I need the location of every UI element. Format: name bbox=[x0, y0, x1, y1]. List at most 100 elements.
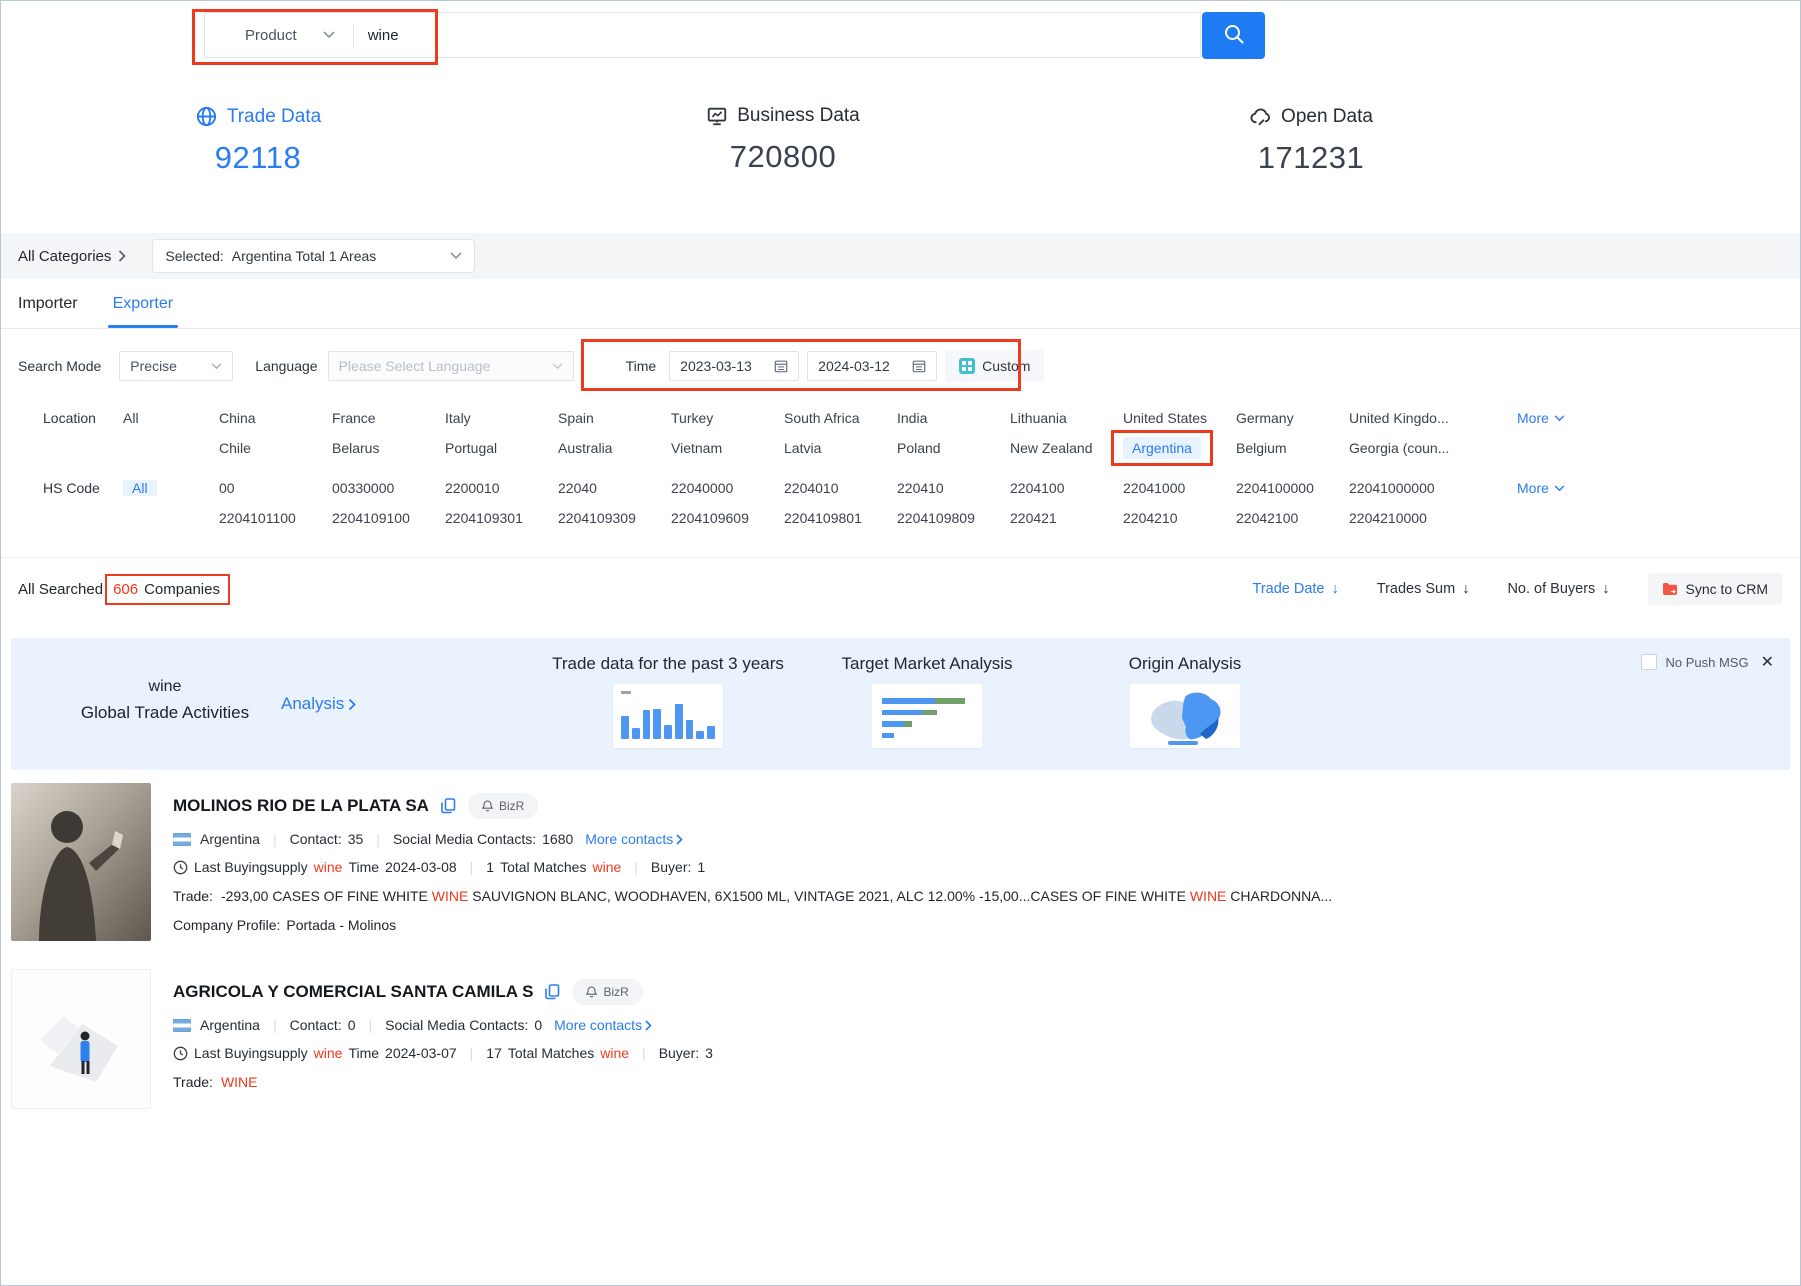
search-mode-select[interactable]: Precise bbox=[119, 351, 233, 381]
hs-code-option[interactable]: 220421 bbox=[1010, 510, 1123, 526]
banner-card-title: Origin Analysis bbox=[1105, 654, 1265, 674]
hs-code-option[interactable]: 22040 bbox=[558, 480, 671, 496]
location-option[interactable]: Spain bbox=[558, 410, 671, 426]
horizontal-bar-chart-thumbnail[interactable] bbox=[872, 684, 982, 748]
more-contacts-link[interactable]: More contacts bbox=[585, 831, 683, 847]
language-select[interactable]: Please Select Language bbox=[328, 351, 574, 381]
bizr-badge[interactable]: BizR bbox=[572, 979, 642, 1005]
close-icon[interactable]: ✕ bbox=[1761, 652, 1774, 672]
hs-code-option[interactable]: 2204109100 bbox=[332, 510, 445, 526]
company-photo-thumbnail[interactable] bbox=[11, 783, 151, 941]
company-illustration-thumbnail[interactable] bbox=[11, 969, 151, 1109]
stat-label: Business Data bbox=[737, 105, 860, 127]
argentina-flag-icon bbox=[173, 1019, 191, 1032]
location-option[interactable]: United States bbox=[1123, 410, 1236, 426]
search-icon bbox=[1223, 23, 1245, 48]
analysis-link[interactable]: Analysis bbox=[281, 694, 356, 714]
stat-label: Open Data bbox=[1281, 106, 1373, 128]
no-push-msg-control: No Push MSG ✕ bbox=[1641, 652, 1775, 672]
tab-importer[interactable]: Importer bbox=[18, 279, 78, 328]
hs-code-option[interactable]: 2204101100 bbox=[219, 510, 332, 526]
sort-trades-sum[interactable]: Trades Sum ↓ bbox=[1377, 581, 1470, 597]
location-option[interactable]: Chile bbox=[219, 440, 332, 456]
hs-code-label: HS Code bbox=[1, 480, 123, 496]
location-option[interactable]: Australia bbox=[558, 440, 671, 456]
company-name[interactable]: AGRICOLA Y COMERCIAL SANTA CAMILA S bbox=[173, 982, 533, 1002]
hs-code-more-link[interactable]: More bbox=[1517, 480, 1800, 496]
stat-trade-data[interactable]: Trade Data 92118 bbox=[138, 105, 378, 176]
hs-code-option[interactable]: 2200010 bbox=[445, 480, 558, 496]
location-option[interactable]: Belgium bbox=[1236, 440, 1349, 456]
location-option[interactable]: France bbox=[332, 410, 445, 426]
hs-code-option[interactable]: 2204109801 bbox=[784, 510, 897, 526]
location-more-link[interactable]: More bbox=[1517, 410, 1800, 426]
search-button[interactable] bbox=[1202, 12, 1265, 59]
hs-code-option[interactable]: 22041000000 bbox=[1349, 480, 1517, 496]
location-option[interactable]: Italy bbox=[445, 410, 558, 426]
location-option[interactable]: Germany bbox=[1236, 410, 1349, 426]
presentation-chart-icon bbox=[706, 105, 728, 127]
hs-code-option[interactable]: 00330000 bbox=[332, 480, 445, 496]
hs-code-option[interactable]: 00 bbox=[219, 480, 332, 496]
hs-code-option[interactable]: 2204010 bbox=[784, 480, 897, 496]
no-push-checkbox[interactable] bbox=[1641, 654, 1657, 670]
location-option[interactable]: Portugal bbox=[445, 440, 558, 456]
custom-time-button[interactable]: Custom bbox=[945, 350, 1044, 382]
location-option[interactable]: Georgia (coun... bbox=[1349, 440, 1517, 456]
hs-code-option[interactable]: 2204100000 bbox=[1236, 480, 1349, 496]
hs-code-option[interactable]: 22042100 bbox=[1236, 510, 1349, 526]
location-all[interactable]: All bbox=[123, 410, 219, 426]
tab-exporter[interactable]: Exporter bbox=[113, 279, 173, 328]
hs-code-option[interactable]: 22040000 bbox=[671, 480, 784, 496]
sync-to-crm-button[interactable]: Sync to CRM bbox=[1648, 573, 1782, 605]
sort-no-of-buyers[interactable]: No. of Buyers ↓ bbox=[1507, 581, 1609, 597]
company-trade-row: Trade:WINE bbox=[173, 1074, 713, 1090]
location-option[interactable]: Lithuania bbox=[1010, 410, 1123, 426]
location-option[interactable]: Latvia bbox=[784, 440, 897, 456]
location-option[interactable]: China bbox=[219, 410, 332, 426]
location-option[interactable]: Belarus bbox=[332, 440, 445, 456]
location-option[interactable]: Poland bbox=[897, 440, 1010, 456]
hs-code-option[interactable]: 2204109301 bbox=[445, 510, 558, 526]
more-contacts-link[interactable]: More contacts bbox=[554, 1017, 652, 1033]
trade-text: -293,00 CASES OF FINE WHITE bbox=[221, 888, 432, 904]
keyword: wine bbox=[314, 1045, 343, 1061]
social-label: Social Media Contacts: bbox=[385, 1017, 528, 1033]
sort-trade-date[interactable]: Trade Date ↓ bbox=[1253, 581, 1339, 597]
hs-code-option[interactable]: 2204100 bbox=[1010, 480, 1123, 496]
bar-chart-thumbnail[interactable] bbox=[613, 684, 723, 748]
date-from-value: 2023-03-13 bbox=[680, 358, 752, 374]
more-label: More bbox=[1517, 410, 1549, 426]
stat-open-data[interactable]: Open Data 171231 bbox=[1191, 105, 1431, 176]
hs-code-option[interactable]: 2204109609 bbox=[671, 510, 784, 526]
bizr-badge[interactable]: BizR bbox=[468, 793, 538, 819]
location-option[interactable]: India bbox=[897, 410, 1010, 426]
banner-subtitle: Global Trade Activities bbox=[55, 703, 275, 723]
location-option[interactable]: New Zealand bbox=[1010, 440, 1123, 456]
location-option[interactable]: South Africa bbox=[784, 410, 897, 426]
hs-code-option[interactable]: 2204109809 bbox=[897, 510, 1010, 526]
hs-code-all-selected[interactable]: All bbox=[123, 480, 219, 496]
company-name[interactable]: MOLINOS RIO DE LA PLATA SA bbox=[173, 796, 429, 816]
hs-code-option[interactable]: 2204210000 bbox=[1349, 510, 1517, 526]
location-option[interactable]: Turkey bbox=[671, 410, 784, 426]
copy-icon[interactable] bbox=[441, 798, 456, 814]
all-categories-link[interactable]: All Categories bbox=[18, 248, 126, 265]
filter-panel: Search Mode Precise Language Please Sele… bbox=[1, 329, 1800, 558]
location-option[interactable]: Vietnam bbox=[671, 440, 784, 456]
search-category-dropdown[interactable]: Product bbox=[205, 13, 353, 57]
date-to-input[interactable]: 2024-03-12 bbox=[807, 351, 937, 381]
selected-areas-dropdown[interactable]: Selected: Argentina Total 1 Areas bbox=[152, 239, 475, 273]
stat-business-data[interactable]: Business Data 720800 bbox=[663, 105, 903, 175]
date-from-input[interactable]: 2023-03-13 bbox=[669, 351, 799, 381]
location-option[interactable]: United Kingdo... bbox=[1349, 410, 1517, 426]
hs-code-option[interactable]: 22041000 bbox=[1123, 480, 1236, 496]
copy-icon[interactable] bbox=[545, 984, 560, 1000]
search-input[interactable] bbox=[354, 26, 1200, 45]
all-searched-label: All Searched bbox=[18, 581, 103, 598]
hs-code-option[interactable]: 220410 bbox=[897, 480, 1010, 496]
location-option-argentina-selected[interactable]: Argentina bbox=[1123, 440, 1236, 456]
hs-code-option[interactable]: 2204109309 bbox=[558, 510, 671, 526]
china-map-thumbnail[interactable] bbox=[1130, 684, 1240, 748]
hs-code-option[interactable]: 2204210 bbox=[1123, 510, 1236, 526]
